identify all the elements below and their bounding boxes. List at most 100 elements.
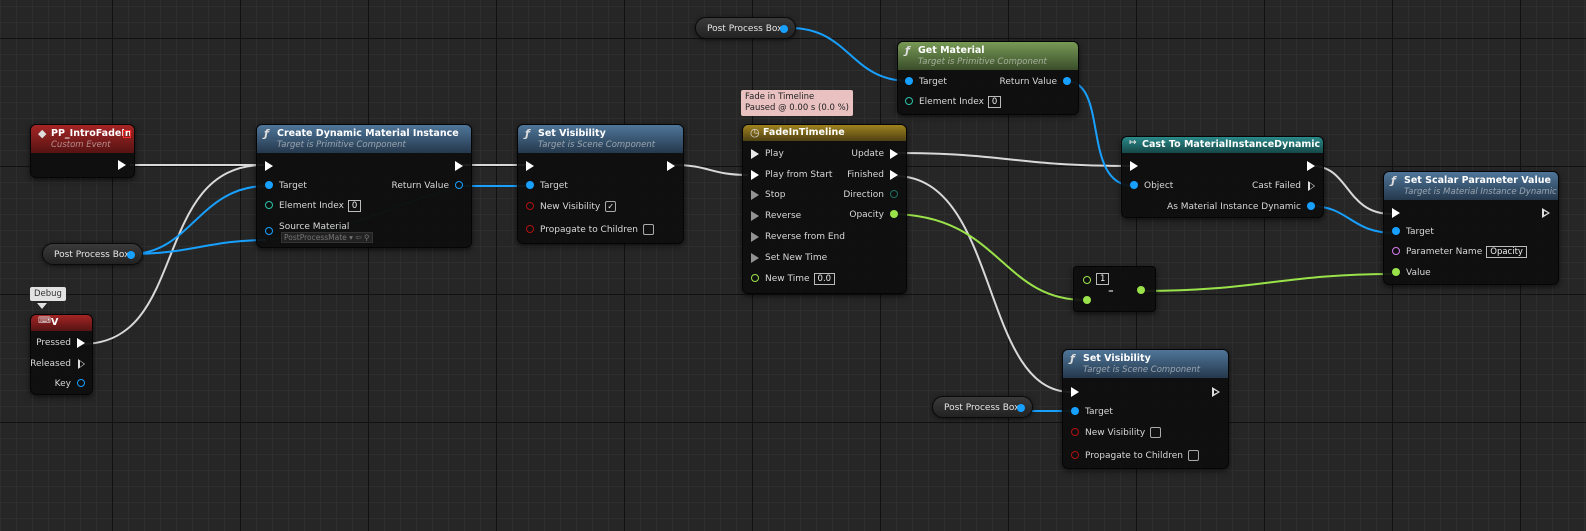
new-time-input[interactable]: 0.0 <box>813 273 836 285</box>
custom-event-node[interactable]: ◆ PP_IntroFadeIn Custom Event <box>30 124 135 178</box>
new-visibility-checkbox[interactable]: ✓ <box>605 201 617 212</box>
exec-input-pin[interactable] <box>1071 387 1079 397</box>
pin-dot[interactable] <box>526 181 534 189</box>
node-header[interactable]: ƒ Set Visibility Target is Scene Compone… <box>518 125 683 153</box>
return-value-pin[interactable]: Return Value <box>392 180 465 192</box>
set-visibility-node[interactable]: ƒ Set Visibility Target is Scene Compone… <box>517 124 684 244</box>
exec-output-pin[interactable] <box>455 161 463 171</box>
pin-dot[interactable] <box>265 227 273 235</box>
target-pin[interactable]: Target <box>263 180 307 192</box>
pin-exec[interactable] <box>751 232 759 242</box>
get-material-node[interactable]: ƒ Get Material Target is Primitive Compo… <box>897 41 1079 115</box>
pin-dot[interactable] <box>1392 268 1400 276</box>
node-header[interactable]: ◆ PP_IntroFadeIn Custom Event <box>31 125 134 153</box>
pin-dot[interactable] <box>1307 202 1315 210</box>
element-index-input[interactable]: 0 <box>987 96 1002 108</box>
play-pin[interactable]: Play <box>749 148 784 160</box>
output-pin[interactable] <box>1017 404 1025 412</box>
input-a-pin[interactable] <box>1083 276 1091 284</box>
finished-pin[interactable]: Finished <box>847 169 900 181</box>
pin-dot[interactable] <box>526 202 534 210</box>
cast-failed-pin[interactable]: Cast Failed <box>1252 180 1317 192</box>
pin-dot[interactable] <box>1071 407 1079 415</box>
output-pin[interactable] <box>127 251 135 259</box>
subtract-float-node[interactable]: 1 - <box>1073 266 1156 312</box>
value-pin[interactable]: Value <box>1390 267 1431 279</box>
pin-dot[interactable] <box>265 181 273 189</box>
pin-dot[interactable] <box>1130 181 1138 189</box>
blueprint-graph-canvas[interactable]: Post Process Box ƒ Get Material Target i… <box>0 0 1586 531</box>
pin-exec[interactable] <box>751 190 759 200</box>
post-process-box-variable[interactable]: Post Process Box <box>932 396 1033 418</box>
exec-output-pin[interactable] <box>667 161 675 171</box>
exec-output-pin[interactable] <box>118 160 126 170</box>
pin-dot[interactable] <box>1063 77 1071 85</box>
post-process-box-variable[interactable]: Post Process Box <box>695 17 796 39</box>
exec-output-pin[interactable] <box>1307 161 1315 171</box>
output-pin[interactable] <box>780 25 788 33</box>
pin-dot[interactable] <box>1071 428 1079 436</box>
pin-exec[interactable] <box>751 170 759 180</box>
propagate-to-children-pin[interactable]: Propagate to Children <box>1069 450 1200 462</box>
reverse-pin[interactable]: Reverse <box>749 210 801 222</box>
event-delegate-icon[interactable] <box>123 130 131 138</box>
exec-input-pin[interactable] <box>526 161 534 171</box>
input-b-pin[interactable] <box>1083 296 1091 304</box>
pin-exec[interactable] <box>751 149 759 159</box>
create-dynamic-material-instance-node[interactable]: ƒ Create Dynamic Material Instance Targe… <box>256 124 472 248</box>
key-pin[interactable]: Key <box>55 378 87 390</box>
pin-dot[interactable] <box>890 190 898 198</box>
element-index-input[interactable]: 0 <box>347 200 362 212</box>
parameter-name-pin[interactable]: Parameter Name Opacity <box>1390 246 1527 258</box>
direction-pin[interactable]: Direction <box>843 189 900 201</box>
pin-dot[interactable] <box>905 77 913 85</box>
output-pin[interactable] <box>1137 286 1145 294</box>
pin-dot[interactable] <box>265 201 273 209</box>
browse-search-icon[interactable]: ⚲ <box>364 233 370 242</box>
reverse-from-end-pin[interactable]: Reverse from End <box>749 231 845 243</box>
set-visibility-node[interactable]: ƒ Set Visibility Target is Scene Compone… <box>1062 349 1229 469</box>
node-header[interactable]: ◷ FadeInTimeline <box>743 125 906 141</box>
propagate-checkbox[interactable] <box>1188 450 1200 461</box>
pin-dot[interactable] <box>1071 451 1079 459</box>
key-v-event-node[interactable]: ⌨ V Pressed Released Key <box>30 314 93 395</box>
exec-input-pin[interactable] <box>1392 208 1400 218</box>
element-index-pin[interactable]: Element Index 0 <box>903 96 1002 108</box>
target-pin[interactable]: Target <box>1390 226 1434 238</box>
cast-to-material-instance-dynamic-node[interactable]: ↦ Cast To MaterialInstanceDynamic Object… <box>1121 136 1324 218</box>
pin-dot[interactable] <box>1392 227 1400 235</box>
pressed-pin[interactable]: Pressed <box>36 337 87 349</box>
return-value-pin[interactable]: Return Value <box>1000 76 1073 88</box>
object-pin[interactable]: Object <box>1128 180 1173 192</box>
new-visibility-pin[interactable]: New Visibility ✓ <box>524 201 617 213</box>
element-index-pin[interactable]: Element Index 0 <box>263 200 362 212</box>
target-pin[interactable]: Target <box>524 180 568 192</box>
pin-dot[interactable] <box>77 379 85 387</box>
pin-exec[interactable] <box>890 149 898 159</box>
pin-exec[interactable] <box>77 338 85 348</box>
update-pin[interactable]: Update <box>851 148 900 160</box>
node-header[interactable]: ƒ Get Material Target is Primitive Compo… <box>898 42 1078 70</box>
exec-input-pin[interactable] <box>265 161 273 171</box>
pin-exec[interactable] <box>890 170 898 180</box>
source-material-dropdown[interactable]: PostProcessMate ▾ ⇦ ⚲ <box>281 232 373 243</box>
pin-dot[interactable] <box>905 97 913 105</box>
exec-input-pin[interactable] <box>1130 161 1138 171</box>
pin-dot[interactable] <box>1392 247 1400 255</box>
pin-dot[interactable] <box>455 181 463 189</box>
node-header[interactable]: ƒ Set Visibility Target is Scene Compone… <box>1063 350 1228 378</box>
as-material-instance-dynamic-pin[interactable]: As Material Instance Dynamic <box>1167 201 1317 213</box>
pin-exec[interactable] <box>751 211 759 221</box>
pin-dot[interactable] <box>890 210 898 218</box>
pin-dot[interactable] <box>526 225 534 233</box>
target-pin[interactable]: Target <box>903 76 947 88</box>
new-visibility-checkbox[interactable] <box>1150 427 1162 438</box>
pin-exec[interactable] <box>751 253 759 263</box>
new-time-pin[interactable]: New Time 0.0 <box>749 273 836 285</box>
released-pin[interactable]: Released <box>30 358 87 370</box>
node-header[interactable]: ↦ Cast To MaterialInstanceDynamic <box>1122 137 1323 153</box>
set-new-time-pin[interactable]: Set New Time <box>749 252 827 264</box>
post-process-box-variable[interactable]: Post Process Box <box>42 243 143 265</box>
use-selected-icon[interactable]: ⇦ <box>355 233 361 242</box>
play-from-start-pin[interactable]: Play from Start <box>749 169 832 181</box>
